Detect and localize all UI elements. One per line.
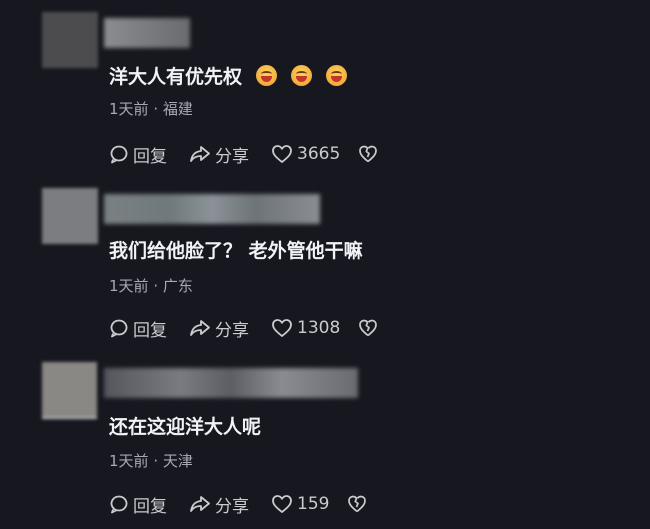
share-arrow-icon bbox=[190, 496, 210, 512]
comment-time: 1天前 bbox=[109, 100, 149, 118]
comment-time: 1天前 bbox=[109, 452, 149, 470]
reply-button[interactable]: 回复 bbox=[109, 316, 167, 341]
avatar[interactable] bbox=[42, 188, 98, 244]
meta-separator: · bbox=[153, 277, 159, 295]
reply-bubble-icon bbox=[110, 145, 128, 164]
comment-meta: 1天前 · 广东 bbox=[109, 275, 193, 296]
avatar[interactable] bbox=[42, 12, 98, 68]
comment-text: 还在这迎洋大人呢 bbox=[109, 412, 261, 439]
like-count: 3665 bbox=[297, 144, 341, 164]
comment-actions: 回复 分享 159 bbox=[109, 492, 393, 517]
like-button[interactable]: 3665 bbox=[271, 144, 340, 164]
heart-icon bbox=[272, 319, 292, 337]
comment-text: 洋大人有优先权 bbox=[109, 62, 348, 89]
avatar[interactable] bbox=[42, 362, 97, 419]
comment-body: 还在这迎洋大人呢 bbox=[109, 416, 262, 438]
grinning-face-emoji bbox=[291, 65, 313, 86]
dislike-button[interactable] bbox=[358, 144, 382, 164]
grinning-face-emoji bbox=[256, 65, 278, 86]
share-button[interactable]: 分享 bbox=[189, 492, 249, 517]
username-blurred[interactable] bbox=[104, 194, 320, 224]
broken-heart-icon bbox=[359, 319, 378, 337]
dislike-button[interactable] bbox=[347, 494, 371, 514]
reply-bubble-icon bbox=[110, 319, 128, 338]
like-button[interactable]: 159 bbox=[271, 494, 329, 514]
broken-heart-icon bbox=[359, 145, 378, 163]
username-blurred[interactable] bbox=[104, 18, 190, 48]
share-arrow-icon bbox=[190, 146, 210, 162]
reply-bubble-icon bbox=[110, 495, 128, 514]
dislike-button[interactable] bbox=[358, 318, 382, 338]
broken-heart-icon bbox=[348, 495, 367, 513]
reply-button[interactable]: 回复 bbox=[109, 142, 167, 167]
grinning-face-emoji bbox=[326, 65, 348, 86]
comment-location: 天津 bbox=[162, 452, 193, 470]
share-label: 分享 bbox=[215, 320, 249, 341]
reply-label: 回复 bbox=[133, 320, 167, 341]
comment-actions: 回复 分享 1308 bbox=[109, 316, 404, 341]
like-count: 1308 bbox=[297, 318, 341, 338]
comment-body: 洋大人有优先权 bbox=[109, 66, 243, 88]
username-blurred[interactable] bbox=[104, 368, 358, 398]
comment-actions: 回复 分享 3665 bbox=[109, 142, 404, 167]
heart-icon bbox=[272, 495, 292, 513]
share-label: 分享 bbox=[215, 496, 249, 517]
comment-time: 1天前 bbox=[109, 277, 149, 295]
meta-separator: · bbox=[153, 452, 159, 470]
share-label: 分享 bbox=[215, 146, 249, 167]
share-button[interactable]: 分享 bbox=[189, 142, 249, 167]
reply-label: 回复 bbox=[133, 496, 167, 517]
reply-label: 回复 bbox=[133, 146, 167, 167]
share-arrow-icon bbox=[190, 320, 210, 336]
reply-button[interactable]: 回复 bbox=[109, 492, 167, 517]
comment-location: 福建 bbox=[162, 100, 193, 118]
comment-meta: 1天前 · 福建 bbox=[109, 98, 193, 119]
comment-meta: 1天前 · 天津 bbox=[109, 450, 193, 471]
meta-separator: · bbox=[153, 100, 159, 118]
like-button[interactable]: 1308 bbox=[271, 318, 340, 338]
heart-icon bbox=[272, 145, 292, 163]
like-count: 159 bbox=[297, 494, 330, 514]
comment-text: 我们给他脸了？ 老外管他干嘛 bbox=[109, 236, 363, 263]
share-button[interactable]: 分享 bbox=[189, 316, 249, 341]
comment-body: 我们给他脸了？ 老外管他干嘛 bbox=[109, 240, 363, 262]
comment-location: 广东 bbox=[162, 277, 193, 295]
